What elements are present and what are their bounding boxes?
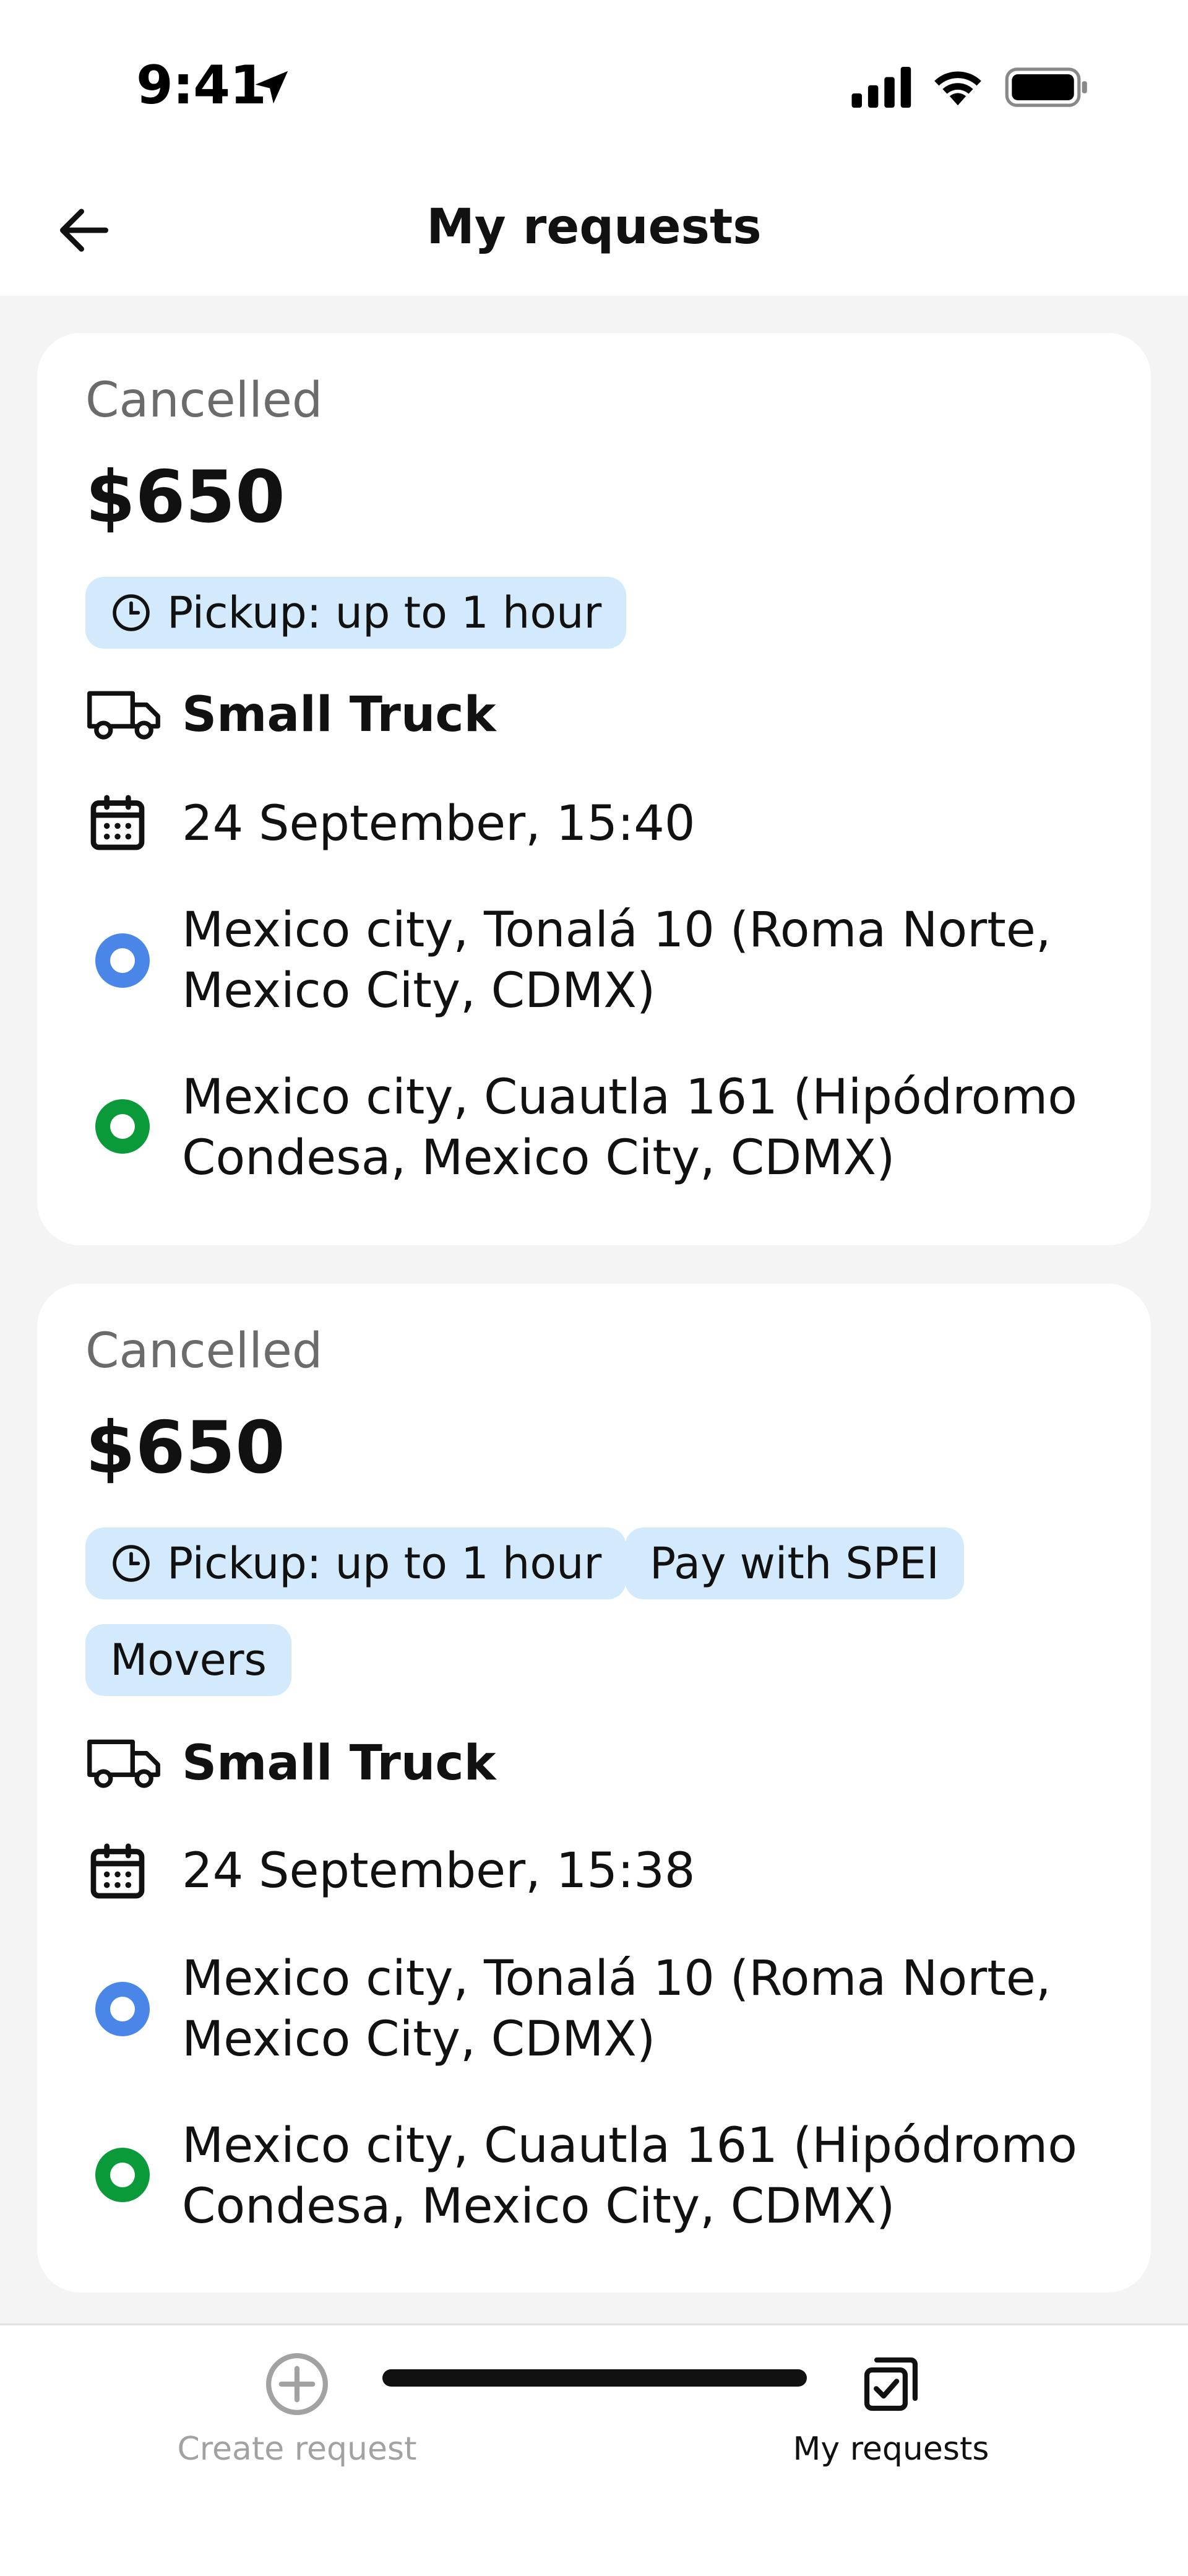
calendar-icon [90,795,145,850]
tab-create-request[interactable]: Create request [0,2325,594,2499]
request-card[interactable]: Cancelled $650 Pickup: up to 1 hour Pay … [37,1284,1151,2293]
calendar-icon [90,1843,145,1899]
chip-label: Pickup: up to 1 hour [167,587,602,638]
pickup-address-line: Mexico city, Tonalá 10 (Roma Norte, [182,902,1051,958]
pickup-address: Mexico city, Tonalá 10 (Roma Norte, Mexi… [182,900,1051,1021]
payment-chip: Pay with SPEI [625,1528,964,1599]
clock-icon [113,594,150,631]
dropoff-location-dot [95,1099,150,1154]
pickup-address-line: Mexico City, CDMX) [182,963,656,1019]
request-price: $650 [85,456,285,539]
cellular-signal-icon [851,67,911,108]
wifi-icon [934,71,981,106]
chip-label: Movers [110,1635,267,1685]
clock-icon [113,1545,150,1582]
dropoff-address-line: Condesa, Mexico City, CDMX) [182,2179,895,2234]
movers-chip: Movers [85,1624,291,1696]
page-title: My requests [426,199,762,255]
request-status: Cancelled [85,373,323,428]
pickup-address-line: Mexico City, CDMX) [182,2012,656,2067]
vehicle-type: Small Truck [182,687,496,743]
screen: 9:41 My requests Cancelled $650 Pickup: … [0,0,1188,2576]
plus-circle-icon [266,2353,328,2415]
tab-label: My requests [793,2431,989,2468]
nav-bar: My requests [0,161,1188,296]
dropoff-address: Mexico city, Cuautla 161 (Hipódromo Cond… [182,2116,1077,2237]
checked-copy-icon [864,2357,918,2411]
location-arrow-icon [255,71,288,104]
truck-icon [87,1739,160,1788]
request-datetime: 24 September, 15:40 [182,796,695,852]
home-indicator [382,2369,807,2387]
request-card[interactable]: Cancelled $650 Pickup: up to 1 hour Smal… [37,333,1151,1245]
tab-label: Create request [177,2431,417,2468]
tab-my-requests[interactable]: My requests [594,2325,1188,2499]
chip-label: Pickup: up to 1 hour [167,1538,602,1589]
dropoff-address-line: Mexico city, Cuautla 161 (Hipódromo [182,2118,1077,2174]
pickup-time-chip: Pickup: up to 1 hour [85,1528,627,1599]
request-status: Cancelled [85,1323,323,1379]
chip-label: Pay with SPEI [650,1538,939,1589]
request-datetime: 24 September, 15:38 [182,1843,695,1899]
pickup-location-dot [95,933,150,988]
dropoff-address-line: Condesa, Mexico City, CDMX) [182,1130,895,1186]
vehicle-type: Small Truck [182,1735,496,1791]
dropoff-location-dot [95,2148,150,2202]
tab-bar: Create request My requests [0,2323,1188,2576]
status-bar: 9:41 [0,0,1188,161]
truck-icon [87,691,160,740]
request-price: $650 [85,1406,285,1490]
pickup-address: Mexico city, Tonalá 10 (Roma Norte, Mexi… [182,1948,1051,2070]
dropoff-address: Mexico city, Cuautla 161 (Hipódromo Cond… [182,1067,1077,1188]
dropoff-address-line: Mexico city, Cuautla 161 (Hipódromo [182,1070,1077,1125]
pickup-time-chip: Pickup: up to 1 hour [85,577,627,649]
status-time: 9:41 [136,54,267,116]
pickup-address-line: Mexico city, Tonalá 10 (Roma Norte, [182,1951,1051,2007]
battery-icon [1005,67,1087,107]
pickup-location-dot [95,1982,150,2036]
